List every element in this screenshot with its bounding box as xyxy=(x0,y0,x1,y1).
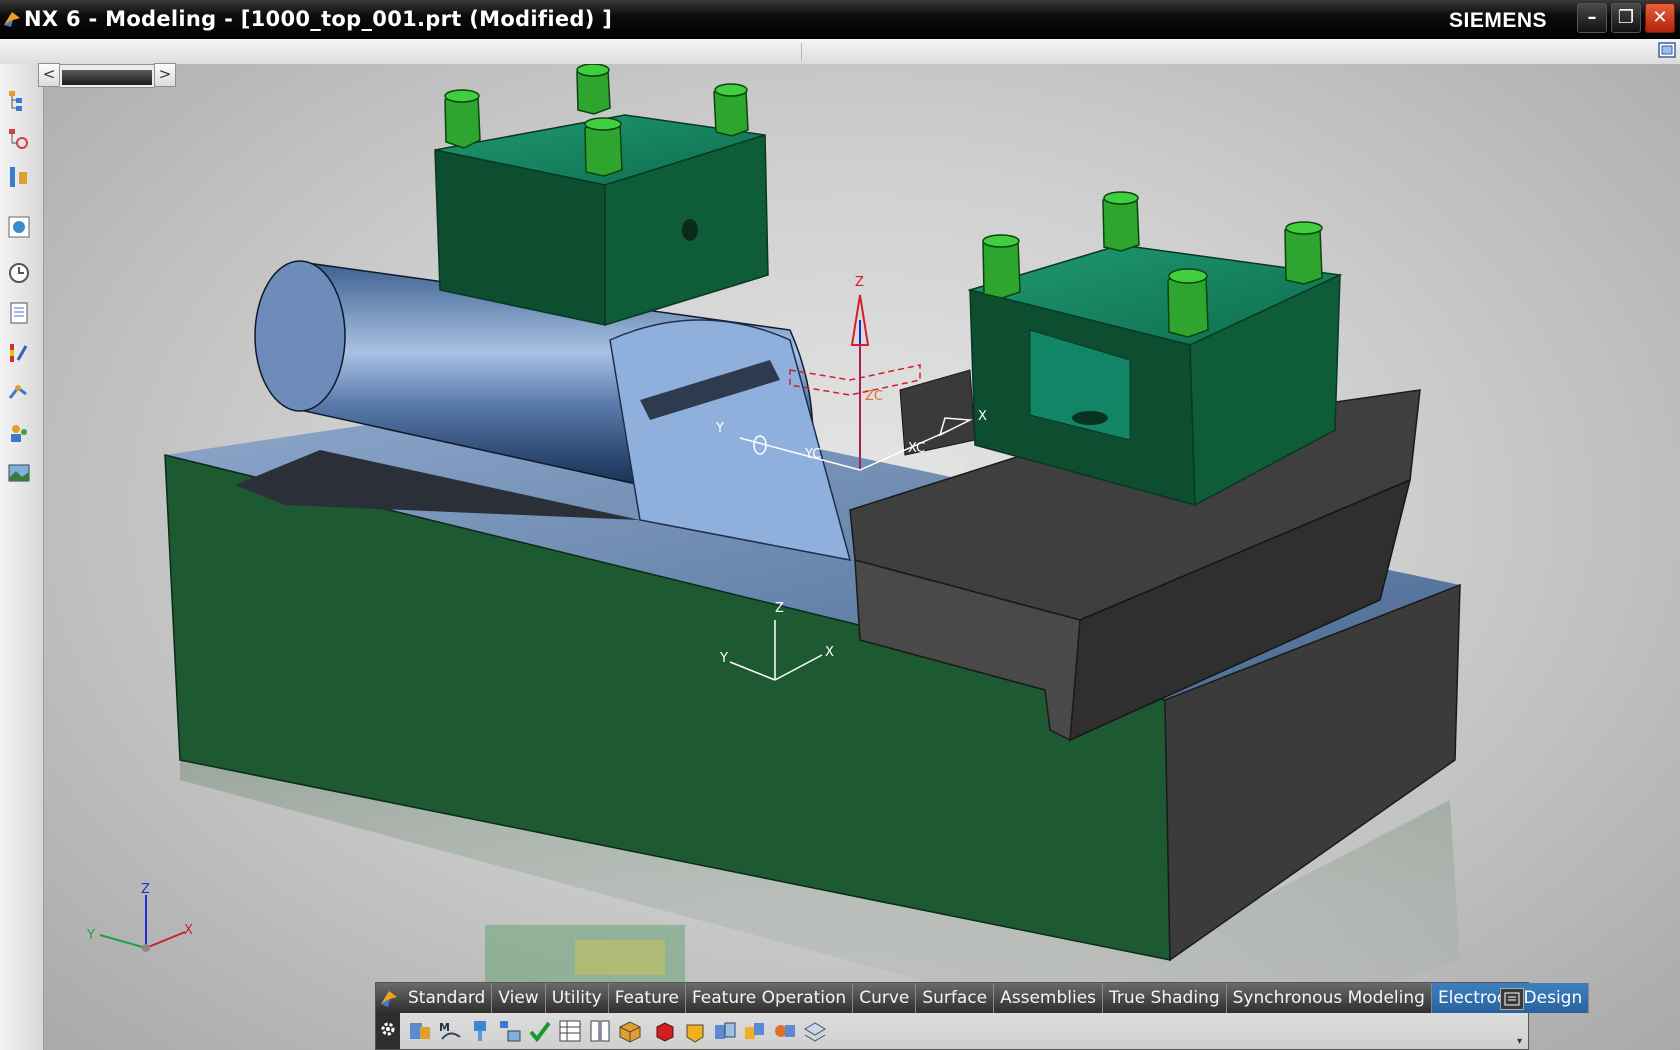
process-studio-icon[interactable] xyxy=(6,380,32,406)
restore-layout-icon[interactable] xyxy=(1657,40,1677,60)
resource-bar xyxy=(0,64,44,1050)
svg-text:M: M xyxy=(439,1021,450,1034)
electrode-trim-icon[interactable] xyxy=(771,1017,799,1045)
electrode-head-icon[interactable] xyxy=(681,1017,709,1045)
right-clamp-hole xyxy=(1072,411,1108,425)
toolbar-overflow-button[interactable]: ▾ xyxy=(1517,1036,1522,1047)
csys-x-label: X xyxy=(825,645,834,660)
tab-standard[interactable]: Standard xyxy=(402,983,493,1013)
reflection-part-yellow xyxy=(575,940,665,975)
title-bar: NX 6 - Modeling - [1000_top_001.prt (Mod… xyxy=(0,0,1680,39)
graphics-tab-next-button[interactable]: > xyxy=(154,63,176,87)
tab-view[interactable]: View xyxy=(492,983,546,1013)
view-triad: Z Y X xyxy=(86,882,193,952)
graphics-window[interactable]: Z ZC YC XC X Y Z Y X Z Y X xyxy=(43,64,1680,1050)
electrode-transform-icon[interactable] xyxy=(741,1017,769,1045)
wcs-zc-label: ZC xyxy=(865,389,883,404)
tab-synchronous-modeling[interactable]: Synchronous Modeling xyxy=(1227,983,1432,1013)
web-browser-icon[interactable] xyxy=(6,214,32,240)
electrode-package-icon[interactable] xyxy=(616,1017,644,1045)
electrode-clone-icon[interactable] xyxy=(711,1017,739,1045)
roles-icon[interactable] xyxy=(6,420,32,446)
wcs-x-label: X xyxy=(978,409,987,424)
toolbar-tabs: Standard View Utility Feature Feature Op… xyxy=(402,983,1590,1013)
design-electrode-icon[interactable]: M xyxy=(436,1017,464,1045)
csys-y-label: Y xyxy=(719,651,728,666)
tab-feature-operation[interactable]: Feature Operation xyxy=(686,983,854,1013)
electrode-hole-icon[interactable] xyxy=(466,1017,494,1045)
nx-app-icon[interactable] xyxy=(2,9,22,29)
left-clamp-hole xyxy=(682,219,698,241)
toolbar-menu-icon[interactable] xyxy=(378,987,400,1009)
tab-true-shading[interactable]: True Shading xyxy=(1103,983,1227,1013)
wcs-yc-label: YC xyxy=(804,447,821,462)
part-navigator-icon[interactable] xyxy=(6,164,32,190)
electrode-assembly-icon[interactable] xyxy=(496,1017,524,1045)
menu-separator xyxy=(801,43,802,61)
minimize-button[interactable]: – xyxy=(1577,3,1607,33)
window-title: NX 6 - Modeling - [1000_top_001.prt (Mod… xyxy=(24,7,613,31)
assembly-navigator-icon[interactable] xyxy=(6,88,32,114)
tabbed-toolbar: Standard View Utility Feature Feature Op… xyxy=(375,982,1590,1050)
reuse-library-icon[interactable] xyxy=(6,300,32,326)
graphics-tab-active[interactable] xyxy=(62,70,152,85)
toolbar-dock-icon[interactable] xyxy=(1500,988,1524,1010)
tab-assemblies[interactable]: Assemblies xyxy=(994,983,1104,1013)
constraint-navigator-icon[interactable] xyxy=(6,126,32,152)
triad-y-label: Y xyxy=(86,928,95,943)
gear-icon[interactable] xyxy=(379,1020,397,1038)
check-electrode-icon[interactable] xyxy=(526,1017,554,1045)
triad-x-label: X xyxy=(184,923,193,938)
graphics-tab-prev-button[interactable]: < xyxy=(38,63,60,87)
electrode-drawing-icon[interactable] xyxy=(801,1017,829,1045)
triad-z-label: Z xyxy=(141,882,150,897)
close-button[interactable]: ✕ xyxy=(1645,3,1675,33)
csys-z-label: Z xyxy=(775,601,784,616)
tab-curve[interactable]: Curve xyxy=(853,983,917,1013)
wcs-z-label: Z xyxy=(855,275,864,290)
tab-feature[interactable]: Feature xyxy=(609,983,686,1013)
electrode-block-icon[interactable] xyxy=(651,1017,679,1045)
toolbar-tab-row: Standard View Utility Feature Feature Op… xyxy=(376,983,1590,1013)
restore-button[interactable]: ❐ xyxy=(1611,3,1641,33)
tab-surface[interactable]: Surface xyxy=(916,983,995,1013)
siemens-logo: SIEMENS xyxy=(1449,9,1548,32)
wcs-y-label: Y xyxy=(715,421,724,436)
bill-of-material-icon[interactable] xyxy=(586,1017,614,1045)
system-scenes-icon[interactable] xyxy=(6,460,32,486)
wcs-xc-label: XC xyxy=(908,441,925,456)
electrode-table-icon[interactable] xyxy=(556,1017,584,1045)
electrode-wizard-icon[interactable] xyxy=(406,1017,434,1045)
tab-utility[interactable]: Utility xyxy=(546,983,609,1013)
menu-bar xyxy=(0,39,1680,65)
toolbar-options xyxy=(376,1013,400,1049)
model-canvas[interactable]: Z ZC YC XC X Y Z Y X Z Y X xyxy=(43,64,1680,1050)
history-icon[interactable] xyxy=(6,260,32,286)
hd3d-tools-icon[interactable] xyxy=(6,340,32,366)
cylinder-end xyxy=(254,260,346,412)
